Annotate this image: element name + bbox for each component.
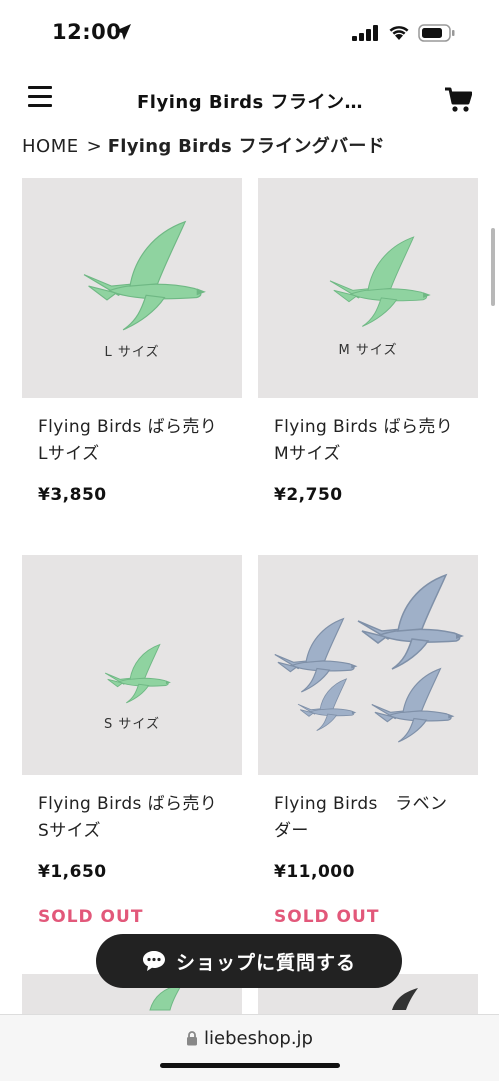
size-label: M サイズ (338, 343, 398, 358)
product-name[interactable]: Flying Birds ラベンダー (274, 791, 464, 845)
product-image[interactable]: M サイズ (258, 178, 478, 398)
lavender-birds-icon (274, 574, 465, 743)
breadcrumb-separator: > (86, 136, 102, 157)
sold-out-badge: SOLD OUT (38, 907, 144, 927)
wifi-icon (389, 26, 409, 40)
green-bird-icon (104, 643, 171, 704)
scrollbar[interactable] (491, 228, 495, 306)
product-image[interactable] (258, 555, 478, 775)
header-title: Flying Birds フライン… (137, 92, 363, 113)
ask-shop-label: ショップに質問する (175, 951, 356, 974)
chat-bubble-icon (142, 951, 165, 971)
breadcrumb: HOME > Flying Birds フライングバード (22, 132, 385, 158)
signal-icon (352, 25, 378, 41)
battery-icon (418, 24, 455, 42)
lock-icon (187, 1031, 198, 1046)
url-text: liebeshop.jp (204, 1028, 313, 1049)
product-price: ¥1,650 (38, 862, 107, 882)
product-name[interactable]: Flying Birds ばら売り Mサイズ (274, 414, 464, 468)
url-bar[interactable]: liebeshop.jp (0, 1028, 499, 1049)
cart-icon[interactable] (444, 87, 472, 113)
status-time: 12:00 (52, 20, 122, 44)
breadcrumb-home-link[interactable]: HOME (22, 136, 79, 157)
product-image[interactable]: L サイズ (22, 178, 242, 398)
hamburger-menu-icon[interactable] (28, 86, 52, 108)
home-indicator[interactable] (160, 1063, 340, 1068)
status-bar: 12:00 (0, 0, 499, 64)
location-arrow-icon (115, 24, 131, 40)
breadcrumb-current: Flying Birds フライングバード (107, 136, 385, 157)
product-image[interactable]: S サイズ (22, 555, 242, 775)
green-bird-icon (83, 220, 206, 331)
product-price: ¥3,850 (38, 485, 107, 505)
product-price: ¥11,000 (274, 862, 355, 882)
product-name[interactable]: Flying Birds ばら売り Lサイズ (38, 414, 228, 468)
product-name[interactable]: Flying Birds ばら売り Sサイズ (38, 791, 228, 845)
green-bird-icon (329, 236, 431, 327)
size-label: S サイズ (104, 717, 160, 732)
ask-shop-button[interactable]: ショップに質問する (96, 934, 402, 988)
product-price: ¥2,750 (274, 485, 343, 505)
sold-out-badge: SOLD OUT (274, 907, 380, 927)
size-label: L サイズ (104, 345, 160, 360)
